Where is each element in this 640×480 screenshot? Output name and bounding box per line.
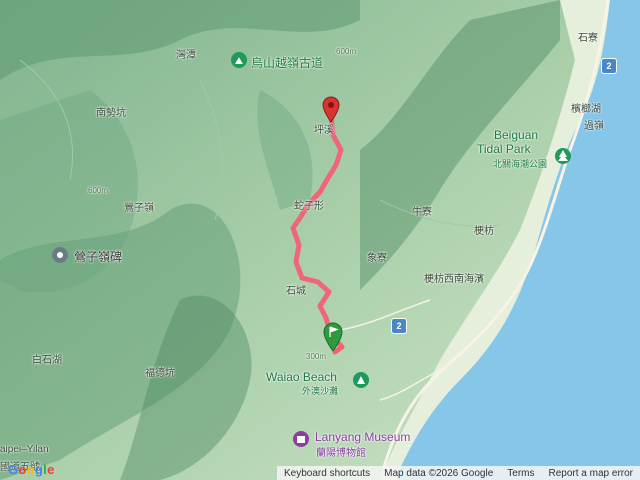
place-jiliao: 石寮	[578, 33, 598, 44]
place-wantan: 灣潭	[176, 50, 196, 61]
map-footer: Keyboard shortcuts Map data ©2026 Google…	[276, 466, 640, 480]
trail-label[interactable]: 烏山越嶺古道	[251, 54, 323, 71]
start-pin-icon[interactable]	[323, 322, 343, 352]
highway-label: aipei–Yilan	[0, 444, 49, 455]
elevation-label: 600m	[88, 186, 109, 195]
place-gengfang-beach: 梗枋西南海濱	[424, 274, 484, 285]
beiguan-en-1: Beiguan	[494, 128, 539, 142]
terms-link[interactable]: Terms	[500, 468, 541, 479]
place-shezi: 蛇子形	[294, 201, 324, 212]
museum-icon[interactable]	[292, 430, 310, 448]
end-pin-icon[interactable]	[321, 95, 341, 123]
place-guoling: 過嶺	[584, 121, 604, 132]
place-pingxi: 坪溪	[314, 125, 334, 136]
monument-icon[interactable]	[51, 246, 69, 264]
waiao-zh: 外澳沙灘	[302, 386, 339, 396]
place-nanshi: 南勢坑	[96, 108, 126, 119]
google-logo: Google	[8, 462, 55, 477]
place-yingzi-ling: 鶯子嶺	[124, 203, 154, 214]
place-fudekeng: 福德坑	[145, 368, 175, 379]
beiguan-en-2: Tidal Park	[477, 142, 531, 156]
place-shicheng: 石城	[286, 286, 306, 297]
map-data-attribution: Map data ©2026 Google	[384, 467, 494, 479]
place-niuliao: 牛寮	[412, 207, 432, 218]
road-shield-2: 2	[391, 318, 407, 334]
park-icon[interactable]	[554, 147, 572, 165]
hiking-trail-icon[interactable]: ⛰	[230, 51, 248, 69]
svg-text:⛰: ⛰	[235, 56, 244, 67]
museum-zh: 蘭陽博物館	[316, 448, 366, 459]
terrain-layer	[0, 0, 640, 480]
place-binglang: 檳榔湖	[571, 104, 601, 115]
museum-en: Lanyang Museum	[315, 430, 411, 444]
place-gengfang: 梗枋	[474, 226, 494, 237]
keyboard-shortcuts-link[interactable]: Keyboard shortcuts	[277, 468, 377, 479]
report-error-link[interactable]: Report a map error	[542, 468, 640, 479]
beach-icon[interactable]	[352, 371, 370, 389]
waiao-en: Waiao Beach	[266, 370, 337, 384]
elevation-label: 600m	[336, 47, 357, 56]
monument-label[interactable]: 鶯子嶺碑	[74, 248, 122, 265]
place-baishihu: 白石湖	[32, 355, 62, 366]
elevation-label: 300m	[306, 352, 327, 361]
place-xiangliao: 象寮	[367, 253, 387, 264]
map-canvas[interactable]: ⛰ 烏山越嶺古道 鶯子嶺碑 Beiguan Tidal Park 北關海潮公園 …	[0, 0, 640, 480]
beiguan-zh: 北關海潮公園	[493, 159, 548, 169]
road-shield-2: 2	[601, 58, 617, 74]
